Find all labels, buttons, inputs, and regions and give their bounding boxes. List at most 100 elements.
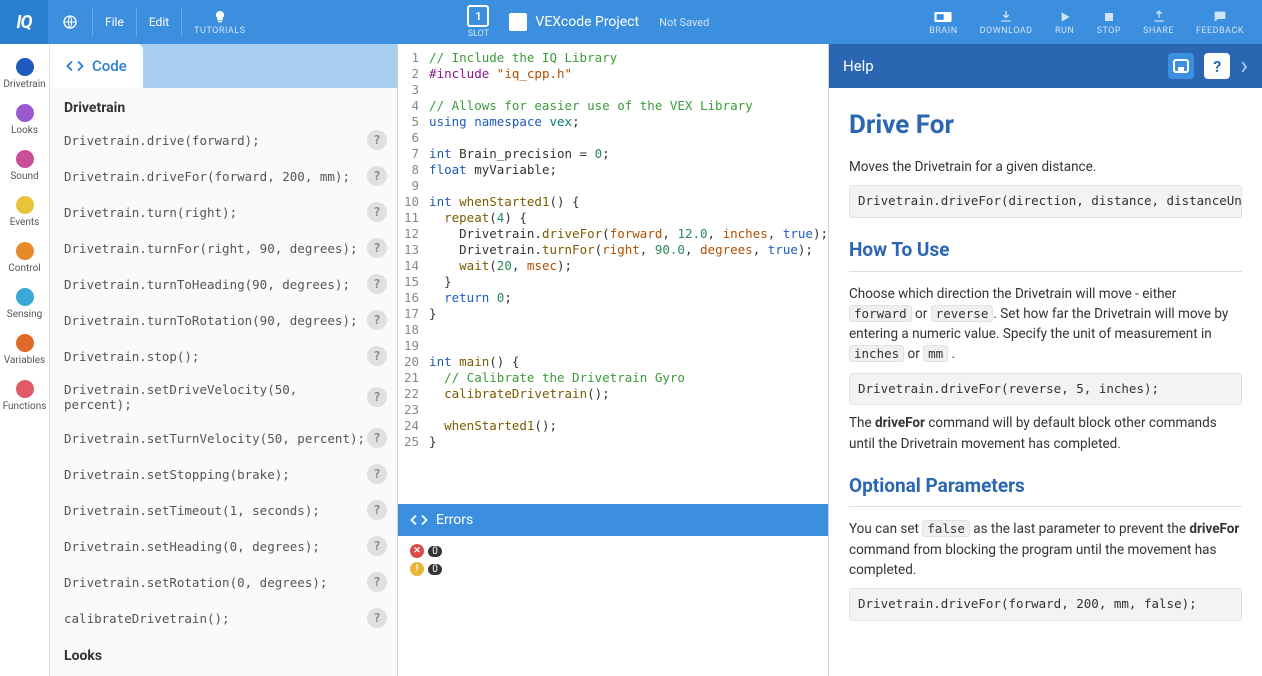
category-functions[interactable]: Functions — [0, 374, 49, 420]
share-label: SHARE — [1143, 26, 1174, 36]
download-icon — [996, 9, 1016, 25]
optional-paragraph: You can set false as the last parameter … — [849, 519, 1242, 580]
warning-icon: ! — [410, 562, 424, 576]
help-heading: Drive For — [849, 106, 1242, 145]
category-variables[interactable]: Variables — [0, 328, 49, 374]
howto-heading: How To Use — [849, 236, 1242, 267]
category-dot — [16, 242, 34, 260]
edit-label: Edit — [149, 15, 169, 29]
code-editor[interactable]: 1234567891011121314151617181920212223242… — [398, 44, 828, 504]
logo: IQ — [0, 0, 48, 44]
snippet-help-icon[interactable]: ? — [367, 130, 387, 150]
slot-icon: 1 — [467, 5, 489, 27]
category-label: Events — [10, 217, 40, 228]
devices-button[interactable] — [1168, 53, 1194, 79]
run-label: RUN — [1055, 26, 1074, 36]
snippet-item[interactable]: Drivetrain.setHeading(0, degrees);? — [50, 528, 397, 564]
category-dot — [16, 58, 34, 76]
snippet-help-icon[interactable]: ? — [367, 500, 387, 520]
snippet-heading: Looks — [50, 636, 397, 670]
project-icon — [509, 13, 527, 31]
error-icon: ✕ — [410, 544, 424, 558]
category-events[interactable]: Events — [0, 190, 49, 236]
collapse-help-button[interactable]: › — [1240, 53, 1248, 79]
project-title[interactable]: VEXcode Project — [509, 13, 639, 31]
snippet-code: Drivetrain.drive(forward); — [64, 133, 260, 148]
snippet-help-icon[interactable]: ? — [367, 608, 387, 628]
code-icon — [66, 59, 84, 73]
tutorials-button[interactable]: TUTORIALS — [182, 0, 257, 44]
stop-button[interactable]: STOP — [1087, 0, 1131, 44]
code-tab[interactable]: Code — [50, 44, 143, 88]
error-count: 0 — [428, 546, 442, 557]
slot-label: SLOT — [468, 29, 489, 39]
category-control[interactable]: Control — [0, 236, 49, 282]
feedback-button[interactable]: FEEDBACK — [1186, 0, 1254, 44]
snippet-item[interactable]: Drivetrain.drive(forward);? — [50, 122, 397, 158]
snippet-help-icon[interactable]: ? — [367, 464, 387, 484]
category-rail: Drivetrain LooksSound Events Control Sensing… — [0, 44, 50, 676]
snippet-help-icon[interactable]: ? — [367, 572, 387, 592]
category-drivetrain[interactable]: Drivetrain — [0, 52, 49, 98]
language-menu[interactable] — [48, 0, 92, 44]
brain-button[interactable]: BRAIN — [919, 0, 967, 44]
errors-bar[interactable]: Errors — [398, 504, 828, 536]
share-button[interactable]: SHARE — [1133, 0, 1184, 44]
snippet-help-icon[interactable]: ? — [367, 274, 387, 294]
category-label: Drivetrain — [3, 79, 45, 90]
download-button[interactable]: DOWNLOAD — [970, 0, 1043, 44]
snippet-item[interactable]: Drivetrain.setTimeout(1, seconds);? — [50, 492, 397, 528]
slot-button[interactable]: 1 SLOT — [467, 5, 489, 39]
snippet-help-icon[interactable]: ? — [367, 202, 387, 222]
file-menu[interactable]: File — [93, 0, 136, 44]
snippet-code: Drivetrain.driveFor(forward, 200, mm); — [64, 169, 350, 184]
snippet-item[interactable]: Drivetrain.setStopping(brake);? — [50, 456, 397, 492]
snippet-item[interactable]: Drivetrain.driveFor(forward, 200, mm);? — [50, 158, 397, 194]
help-desc: Moves the Drivetrain for a given distanc… — [849, 157, 1242, 177]
snippet-item[interactable]: Drivetrain.turnToRotation(90, degrees);? — [50, 302, 397, 338]
feedback-label: FEEDBACK — [1196, 26, 1244, 36]
run-button[interactable]: RUN — [1045, 0, 1085, 44]
snippet-help-icon[interactable]: ? — [367, 310, 387, 330]
snippet-help-icon[interactable]: ? — [367, 238, 387, 258]
category-dot — [16, 104, 34, 122]
help-panel: Help ? › Drive For Moves the Drivetrain … — [828, 44, 1262, 676]
warning-badge: ! 0 — [410, 562, 816, 576]
edit-menu[interactable]: Edit — [137, 0, 181, 44]
help-button[interactable]: ? — [1204, 53, 1230, 79]
snippet-item[interactable]: Drivetrain.turnFor(right, 90, degrees);? — [50, 230, 397, 266]
category-sound[interactable]: Sound — [0, 144, 49, 190]
snippet-item[interactable]: calibrateDrivetrain();? — [50, 600, 397, 636]
snippet-code: Drivetrain.setDriveVelocity(50, percent)… — [64, 382, 367, 412]
help-content[interactable]: Drive For Moves the Drivetrain for a giv… — [829, 88, 1262, 676]
category-label: Sensing — [7, 309, 43, 320]
snippet-item[interactable]: Drivetrain.stop();? — [50, 338, 397, 374]
snippet-help-icon[interactable]: ? — [367, 166, 387, 186]
snippet-help-icon[interactable]: ? — [367, 536, 387, 556]
divider — [849, 506, 1242, 507]
category-label: Variables — [4, 355, 45, 366]
category-sensing[interactable]: Sensing — [0, 282, 49, 328]
code-area[interactable]: // Include the IQ Library#include "iq_cp… — [429, 50, 828, 504]
snippet-item[interactable]: Drivetrain.setTurnVelocity(50, percent);… — [50, 420, 397, 456]
lightbulb-icon — [210, 9, 230, 25]
help-header: Help ? › — [829, 44, 1262, 88]
top-toolbar: IQ File Edit TUTORIALS 1 SLOT VEXcode Pr… — [0, 0, 1262, 44]
snippet-item[interactable]: Drivetrain.turnToHeading(90, degrees);? — [50, 266, 397, 302]
snippet-help-icon[interactable]: ? — [367, 428, 387, 448]
snippet-item[interactable]: Drivetrain.setDriveVelocity(50, percent)… — [50, 374, 397, 420]
snippet-help-icon[interactable]: ? — [367, 387, 387, 407]
snippet-list[interactable]: DrivetrainDrivetrain.drive(forward);?Dri… — [50, 88, 397, 676]
errors-body: ✕ 0 ! 0 — [398, 536, 828, 676]
category-looks[interactable]: Looks — [0, 98, 49, 144]
snippet-item[interactable]: Drivetrain.setRotation(0, degrees);? — [50, 564, 397, 600]
snippet-item[interactable]: Brain.Screen.print("Hello");? — [50, 670, 397, 676]
snippet-item[interactable]: Drivetrain.turn(right);? — [50, 194, 397, 230]
snippet-code: Drivetrain.setStopping(brake); — [64, 467, 290, 482]
download-label: DOWNLOAD — [980, 26, 1033, 36]
snippet-help-icon[interactable]: ? — [367, 346, 387, 366]
snippet-code: Drivetrain.stop(); — [64, 349, 199, 364]
snippet-code: Drivetrain.setTurnVelocity(50, percent); — [64, 431, 365, 446]
code-tab-bar: Code — [50, 44, 397, 88]
snippet-code: Drivetrain.turnFor(right, 90, degrees); — [64, 241, 358, 256]
